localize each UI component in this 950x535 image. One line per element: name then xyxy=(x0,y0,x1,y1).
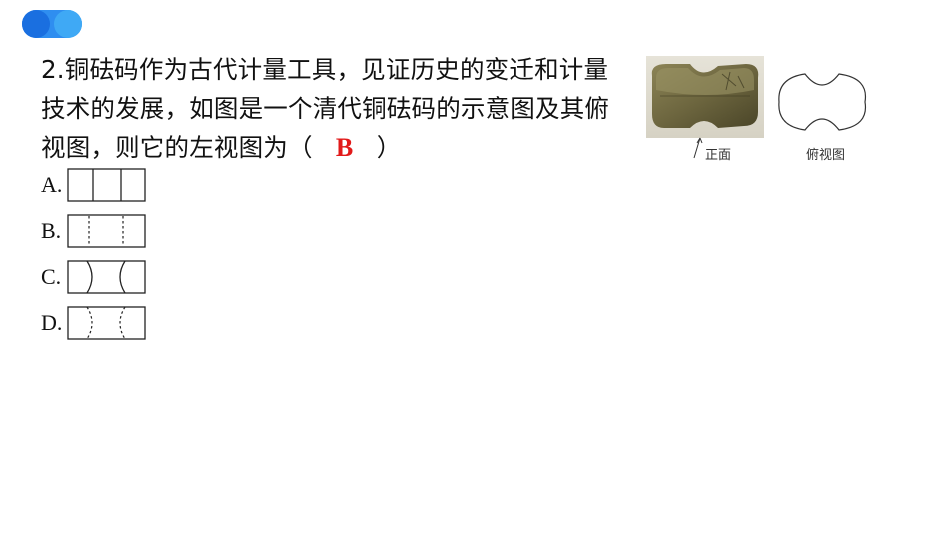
option-c-label: C. xyxy=(41,264,62,289)
option-a[interactable]: A. xyxy=(41,168,147,202)
question-text: 2.铜砝码作为古代计量工具，见证历史的变迁和计量技术的发展，如图是一个清代铜砝码… xyxy=(41,50,626,167)
answer-mark: B xyxy=(335,133,354,162)
option-b-label: B. xyxy=(41,218,62,243)
option-c[interactable]: C. xyxy=(41,260,147,294)
option-a-figure xyxy=(67,168,146,202)
option-d-label: D. xyxy=(41,310,63,335)
option-c-figure xyxy=(67,260,146,294)
logo-icon xyxy=(22,10,82,38)
question-number: 2. xyxy=(41,55,65,84)
bronze-weight-photo xyxy=(646,56,764,138)
option-b-figure xyxy=(67,214,146,248)
top-view-caption: 俯视图 xyxy=(806,148,846,163)
option-d[interactable]: D. xyxy=(41,306,147,340)
question-close: ） xyxy=(376,133,402,162)
option-b[interactable]: B. xyxy=(41,214,147,248)
front-caption: 正面 xyxy=(705,148,732,163)
option-a-label: A. xyxy=(41,172,63,197)
option-d-figure xyxy=(67,306,146,340)
top-view-figure xyxy=(778,73,867,131)
